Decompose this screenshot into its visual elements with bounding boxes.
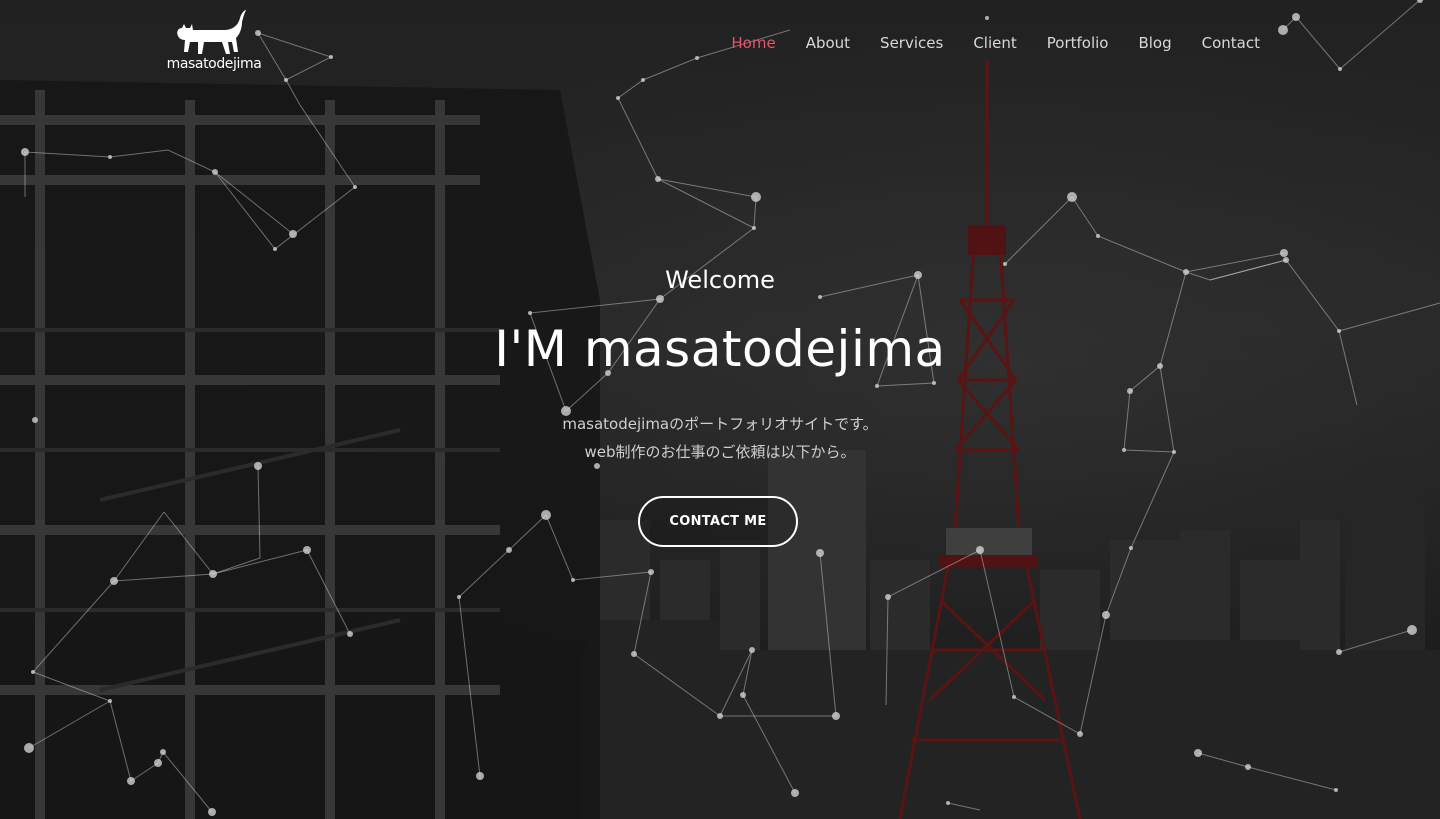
hero-content: Welcome I'M masatodejima masatodejimaのポー…: [0, 0, 1440, 819]
hero-headline: I'M masatodejima: [494, 320, 946, 378]
contact-me-button[interactable]: CONTACT ME: [638, 496, 798, 547]
hero-tagline: masatodejimaのポートフォリオサイトです。 web制作のお仕事のご依頼…: [0, 410, 1440, 466]
welcome-text: Welcome: [665, 266, 775, 294]
hero-section: masatodejima Home About Services Client …: [0, 0, 1440, 819]
tagline-line-1: masatodejimaのポートフォリオサイトです。: [562, 415, 878, 433]
tagline-line-2: web制作のお仕事のご依頼は以下から。: [584, 443, 856, 461]
